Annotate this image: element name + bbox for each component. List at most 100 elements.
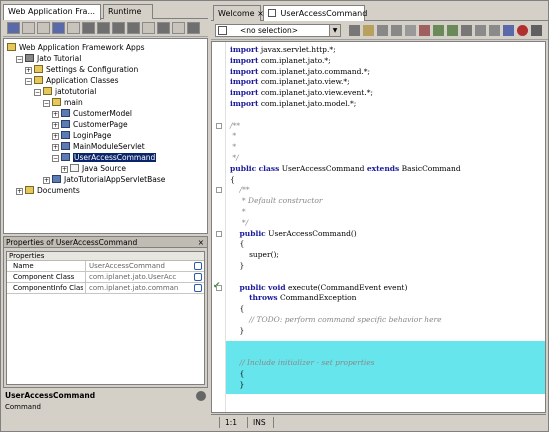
collapse-icon[interactable]: − xyxy=(25,78,32,85)
tree-node[interactable]: − jatotutorial xyxy=(34,87,96,97)
code-line[interactable]: { xyxy=(230,304,245,314)
chevron-down-icon[interactable]: ▼ xyxy=(329,25,340,36)
tools-icon[interactable] xyxy=(37,22,50,34)
expand-icon[interactable]: + xyxy=(16,188,23,195)
code-line[interactable]: * xyxy=(230,142,236,152)
back-icon[interactable] xyxy=(349,25,360,36)
find-next-icon[interactable] xyxy=(391,25,402,36)
ellipsis-button[interactable] xyxy=(194,262,202,270)
tree-node[interactable]: + Documents xyxy=(16,186,80,196)
expand-icon[interactable]: + xyxy=(25,67,32,74)
property-category[interactable]: Properties xyxy=(7,252,204,261)
code-line[interactable]: */ xyxy=(230,153,238,163)
code-line[interactable]: throws CommandException xyxy=(230,293,356,303)
code-line[interactable]: public class UserAccessCommand extends B… xyxy=(230,164,461,174)
code-line[interactable]: import com.iplanet.jato.view.event.*; xyxy=(230,88,373,98)
code-line[interactable]: import com.iplanet.jato.*; xyxy=(230,56,331,66)
collapse-icon[interactable]: − xyxy=(16,56,23,63)
model-icon[interactable] xyxy=(82,22,95,34)
code-line[interactable]: import com.iplanet.jato.model.*; xyxy=(230,99,356,109)
code-line[interactable]: /** xyxy=(230,185,250,195)
code-line[interactable]: { xyxy=(230,239,245,249)
tree-node[interactable]: + JatoTutorialAppServletBase xyxy=(43,175,165,185)
code-line[interactable]: } xyxy=(230,261,245,271)
tree-node[interactable]: − Jato Tutorial xyxy=(16,54,81,64)
find-prev-icon[interactable] xyxy=(377,25,388,36)
expand-icon[interactable]: + xyxy=(52,133,59,140)
find-icon[interactable] xyxy=(363,25,374,36)
ellipsis-button[interactable] xyxy=(194,284,202,292)
fold-icon[interactable] xyxy=(216,284,222,291)
code-line[interactable]: import com.iplanet.jato.command.*; xyxy=(230,67,370,77)
collapse-icon[interactable]: − xyxy=(43,100,50,107)
forward-icon[interactable] xyxy=(172,22,185,34)
find-selection-icon[interactable] xyxy=(405,25,416,36)
shift-left-icon[interactable] xyxy=(475,25,486,36)
code-line[interactable]: super(); xyxy=(230,250,279,260)
code-line[interactable]: { xyxy=(230,369,245,379)
tree-node[interactable]: + LoginPage xyxy=(52,131,111,141)
tab-useraccesscommand[interactable]: UserAccessCommand xyxy=(263,5,367,21)
code-line[interactable]: // Include initializer - set properties xyxy=(230,358,375,368)
fold-icon[interactable] xyxy=(216,122,222,129)
component-icon[interactable] xyxy=(142,22,155,34)
view-icon[interactable] xyxy=(67,22,80,34)
tree-node[interactable]: + Java Source xyxy=(61,164,126,174)
code-editor[interactable]: ✔ import javax.servlet.http.*;import com… xyxy=(211,41,546,413)
code-line[interactable]: // TODO: perform command specific behavi… xyxy=(230,315,442,325)
new-icon[interactable] xyxy=(7,22,20,34)
editor-gutter[interactable] xyxy=(212,42,226,412)
macro-icon[interactable] xyxy=(503,25,514,36)
code-line[interactable]: * xyxy=(230,207,246,217)
command-icon[interactable] xyxy=(97,22,110,34)
property-row[interactable]: ComponentInfo Class com.iplanet.jato.com… xyxy=(7,283,204,294)
prev-bookmark-icon[interactable] xyxy=(433,25,444,36)
expand-icon[interactable]: + xyxy=(52,144,59,151)
tree-node[interactable]: + CustomerPage xyxy=(52,120,128,130)
tab-welcome[interactable]: Welcome × xyxy=(213,5,264,21)
property-value[interactable]: UserAccessCommand xyxy=(85,261,193,271)
property-row[interactable]: Component Class com.iplanet.jato.UserAcc xyxy=(7,272,204,283)
property-row[interactable]: Name UserAccessCommand xyxy=(7,261,204,272)
fold-icon[interactable] xyxy=(216,187,222,194)
expand-icon[interactable]: + xyxy=(52,122,59,129)
next-bookmark-icon[interactable] xyxy=(447,25,458,36)
property-value[interactable]: com.iplanet.jato.UserAcc xyxy=(85,272,193,282)
code-line[interactable]: * Default constructor xyxy=(230,196,323,206)
code-line[interactable]: } xyxy=(230,412,235,413)
toggle-highlight-icon[interactable] xyxy=(419,25,430,36)
expand-icon[interactable]: + xyxy=(52,111,59,118)
tree-node[interactable]: − main xyxy=(43,98,83,108)
close-icon[interactable]: × xyxy=(198,237,204,248)
debug-icon[interactable] xyxy=(187,22,200,34)
code-line[interactable]: { xyxy=(230,175,235,185)
code-line[interactable]: import com.iplanet.jato.view.*; xyxy=(230,77,350,87)
expand-icon[interactable]: + xyxy=(61,166,68,173)
shift-right-icon[interactable] xyxy=(489,25,500,36)
tree-node[interactable]: − Application Classes xyxy=(25,76,119,86)
comment-icon[interactable] xyxy=(531,25,542,36)
ellipsis-button[interactable] xyxy=(194,273,202,281)
toggle-bookmark-icon[interactable] xyxy=(461,25,472,36)
tree-node[interactable]: + CustomerModel xyxy=(52,109,132,119)
code-line[interactable]: */ xyxy=(230,218,248,228)
code-line[interactable]: } xyxy=(230,326,245,336)
help-icon[interactable] xyxy=(196,391,206,401)
member-selector[interactable]: <no selection> ▼ xyxy=(215,24,341,37)
stop-macro-icon[interactable] xyxy=(517,25,528,36)
run-icon[interactable] xyxy=(157,22,170,34)
expand-icon[interactable]: + xyxy=(43,177,50,184)
property-value[interactable]: com.iplanet.jato.comman xyxy=(85,283,193,293)
tree-node[interactable]: + MainModuleServlet xyxy=(52,142,145,152)
code-line[interactable]: } xyxy=(230,380,245,390)
code-line[interactable]: public void execute(CommandEvent event) xyxy=(230,283,408,293)
code-line[interactable]: public UserAccessCommand() xyxy=(230,229,357,239)
collapse-icon[interactable]: − xyxy=(34,89,41,96)
tree-node[interactable]: − UserAccessCommand xyxy=(52,153,157,163)
code-line[interactable]: * xyxy=(230,131,236,141)
open-icon[interactable] xyxy=(22,22,35,34)
page-icon[interactable] xyxy=(112,22,125,34)
code-line[interactable]: import javax.servlet.http.*; xyxy=(230,45,336,55)
fold-icon[interactable] xyxy=(216,230,222,237)
tab-web-application-framework[interactable]: Web Application Fra... × xyxy=(3,4,101,20)
